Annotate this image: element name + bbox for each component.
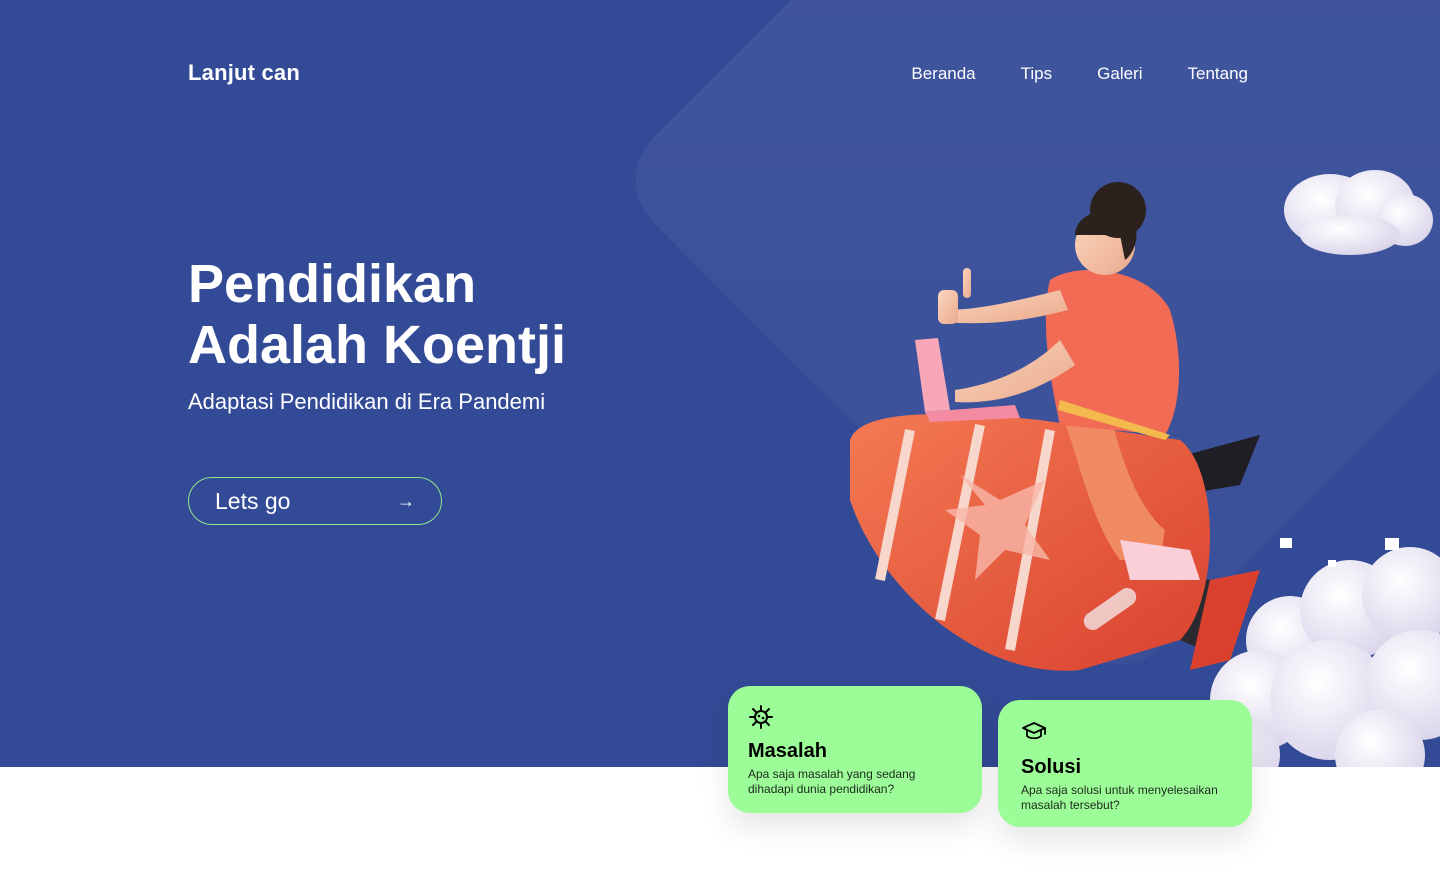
hero-subtitle: Adaptasi Pendidikan di Era Pandemi <box>188 389 546 414</box>
lets-go-label: Lets go <box>215 487 291 514</box>
card-title: Solusi <box>1021 756 1082 778</box>
nav-item-tips[interactable]: Tips <box>1021 64 1053 84</box>
nav-item-tentang[interactable]: Tentang <box>1188 64 1249 84</box>
graduation-cap-icon <box>1022 722 1046 740</box>
card-title: Masalah <box>748 740 827 762</box>
arrow-right-icon: → <box>397 490 415 511</box>
hero-title-line1: Pendidikan <box>188 254 477 314</box>
rocket-illustration <box>850 170 1440 767</box>
brand-logo[interactable]: Lanjut can <box>188 60 300 86</box>
nav-item-galeri[interactable]: Galeri <box>1097 64 1142 84</box>
card-solusi[interactable]: Solusi Apa saja solusi untuk menyelesaik… <box>998 700 1252 827</box>
virus-icon <box>749 705 773 729</box>
card-description: Apa saja masalah yang sedang dihadapi du… <box>748 767 916 796</box>
hero-title-line2: Adalah Koentji <box>188 315 567 375</box>
lets-go-button[interactable]: Lets go → <box>188 477 442 525</box>
nav-item-beranda[interactable]: Beranda <box>911 64 975 84</box>
card-masalah[interactable]: Masalah Apa saja masalah yang sedang dih… <box>728 686 982 813</box>
hero-title: Pendidikan Adalah Koentji <box>188 254 566 376</box>
card-description: Apa saja solusi untuk menyelesaikan masa… <box>1021 783 1218 812</box>
main-nav: Beranda Tips Galeri Tentang <box>911 64 1248 84</box>
hero-section: Lanjut can Beranda Tips Galeri Tentang P… <box>0 0 1440 767</box>
cloud-top <box>1284 170 1433 255</box>
